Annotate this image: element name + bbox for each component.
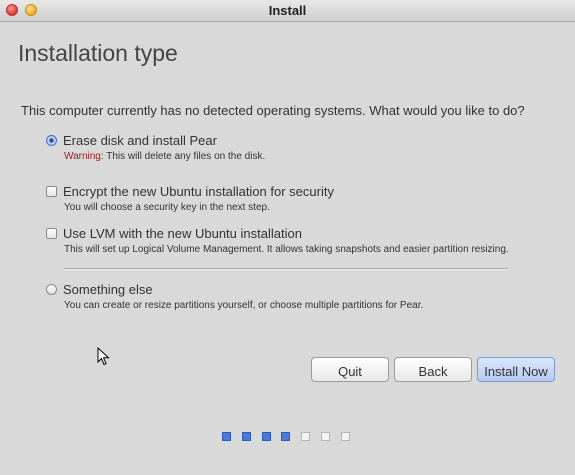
something-else-radio[interactable]	[46, 284, 57, 295]
erase-disk-radio[interactable]	[46, 135, 57, 146]
erase-disk-description: Warning: This will delete any files on t…	[64, 151, 265, 162]
options-divider	[64, 268, 508, 270]
warning-label: Warning:	[64, 151, 104, 162]
progress-step-dot	[340, 432, 350, 441]
progress-step-dot	[241, 432, 251, 441]
encrypt-checkbox[interactable]	[46, 186, 57, 197]
progress-step-dot	[321, 432, 330, 441]
erase-disk-warning-text: This will delete any files on the disk.	[103, 151, 266, 162]
page-title: Installation type	[18, 40, 178, 66]
lvm-description: This will set up Logical Volume Manageme…	[64, 244, 509, 255]
progress-step-dot	[261, 432, 271, 441]
window-title: Install	[268, 3, 307, 18]
something-else-label[interactable]: Something else	[63, 282, 153, 297]
encrypt-label[interactable]: Encrypt the new Ubuntu installation for …	[63, 184, 334, 199]
mouse-cursor-icon	[97, 347, 110, 366]
title-bar: Install	[0, 0, 575, 22]
progress-step-dot	[281, 432, 291, 441]
install-now-button[interactable]: Install Now	[477, 357, 555, 382]
encrypt-description: You will choose a security key in the ne…	[64, 202, 270, 213]
back-button[interactable]: Back	[394, 357, 472, 382]
progress-step-dot	[301, 432, 311, 441]
quit-button[interactable]: Quit	[311, 357, 389, 382]
lvm-label[interactable]: Use LVM with the new Ubuntu installation	[63, 226, 302, 241]
erase-disk-label[interactable]: Erase disk and install Pear	[63, 133, 217, 148]
progress-step-dot	[222, 432, 231, 441]
lvm-checkbox[interactable]	[46, 228, 57, 239]
question-text: This computer currently has no detected …	[21, 103, 525, 118]
something-else-description: You can create or resize partitions your…	[64, 300, 424, 311]
